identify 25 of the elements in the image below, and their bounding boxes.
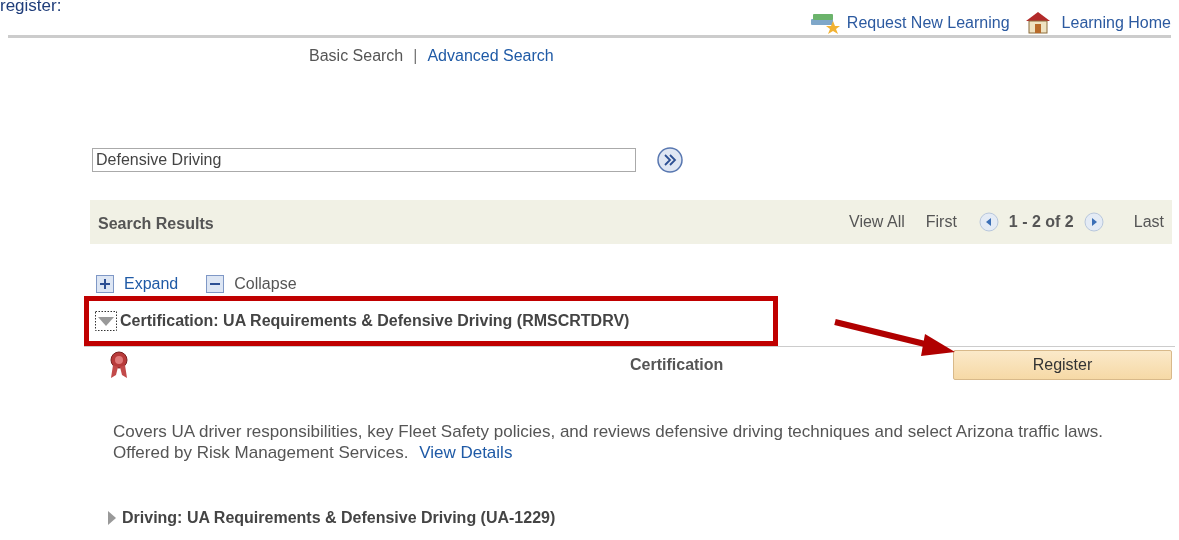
item-type: Certification — [630, 356, 724, 374]
expand-icon[interactable] — [96, 275, 114, 293]
page-range: 1 - 2 of 2 — [1008, 213, 1074, 231]
search-field[interactable]: Defensive Driving — [92, 148, 636, 172]
last-link[interactable]: Last — [1133, 213, 1164, 231]
previous-icon[interactable] — [977, 211, 1000, 233]
register-button[interactable]: Register — [953, 350, 1172, 380]
tree-control-link[interactable]: Collapse — [234, 275, 297, 293]
view-all-link[interactable]: View All — [849, 213, 905, 231]
separator: | — [413, 47, 418, 65]
go-icon[interactable] — [656, 146, 684, 174]
collapse-icon[interactable] — [206, 275, 225, 293]
search-mode-link[interactable]: Advanced Search — [427, 47, 554, 65]
tree-control-link[interactable]: Expand — [124, 275, 179, 293]
result-title[interactable]: Driving: UA Requirements & Defensive Driving (UA-1229) — [122, 509, 556, 527]
view-details-link[interactable]: View Details — [419, 443, 513, 462]
result-title[interactable]: Certification: UA Requirements & Defensive Driving (RMSCRTDRV) — [120, 312, 630, 330]
header-link[interactable]: Learning Home — [1061, 14, 1171, 32]
next-icon[interactable] — [1082, 211, 1105, 233]
header-link[interactable]: Request New Learning — [846, 14, 1010, 32]
first-link[interactable]: First — [925, 213, 957, 231]
books-icon — [808, 11, 841, 35]
ribbon-icon — [108, 351, 130, 379]
section-title: Search Results — [98, 215, 214, 233]
description-text: Covers UA driver responsibilities, key Fleet Safety policies, and reviews defensive driving techniques and select Arizona traffic laws. Offered by Risk Management Services. View Details — [113, 421, 1104, 463]
